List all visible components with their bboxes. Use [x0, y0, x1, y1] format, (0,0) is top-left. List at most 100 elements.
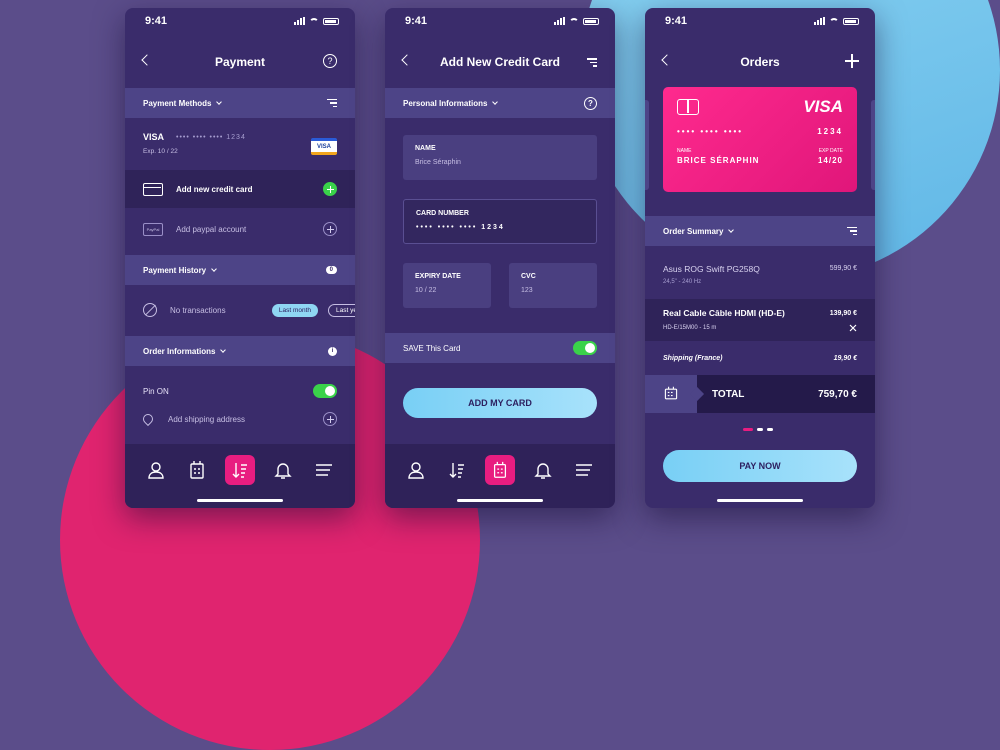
card-name-label: NAME — [677, 148, 692, 154]
prev-card-peek[interactable] — [645, 100, 649, 190]
card-number: •••• •••• •••• 1234 — [176, 133, 246, 141]
section-label: Personal Informations — [403, 98, 488, 108]
back-arrow-icon[interactable] — [141, 54, 153, 66]
add-my-card-button[interactable]: ADD MY CARD — [403, 388, 597, 418]
order-summary-header[interactable]: Order Summary — [645, 216, 875, 246]
bell-icon — [274, 463, 292, 479]
section-label: Payment Methods — [143, 98, 212, 108]
expiry-label: EXPIRY DATE — [415, 273, 461, 280]
card-last-digits: 1234 — [817, 127, 843, 136]
nav-bar: Add New Credit Card — [385, 44, 615, 80]
status-bar: 9:41 — [385, 8, 615, 34]
tab-profile[interactable] — [143, 457, 169, 483]
tab-notifications[interactable] — [270, 457, 296, 483]
add-paypal-row[interactable]: PayPal Add paypal account — [125, 210, 355, 248]
tab-register[interactable] — [184, 457, 210, 483]
status-icons — [554, 17, 599, 25]
name-field[interactable]: NAME Brice Séraphin — [403, 135, 597, 180]
status-bar: 9:41 — [645, 8, 875, 34]
battery-icon — [843, 17, 859, 25]
expiry-field[interactable]: EXPIRY DATE 10 / 22 — [403, 263, 491, 308]
save-card-toggle[interactable] — [573, 341, 597, 355]
last-month-chip[interactable]: Last month — [271, 303, 319, 317]
help-icon[interactable]: ? — [584, 96, 597, 110]
card-number-label: CARD NUMBER — [416, 210, 469, 217]
page-title: Orders — [740, 55, 780, 69]
sort-icon — [232, 463, 247, 478]
add-shipping-plus-icon[interactable] — [323, 412, 337, 426]
no-transactions-label: No transactions — [170, 305, 226, 315]
home-indicator — [197, 499, 283, 502]
add-card-screen: 9:41 Add New Credit Card Personal Inform… — [385, 8, 615, 508]
tab-profile[interactable] — [403, 457, 429, 483]
order-informations-header[interactable]: Order Informations i — [125, 336, 355, 366]
tab-menu[interactable] — [571, 457, 597, 483]
back-arrow-icon[interactable] — [401, 54, 413, 66]
credit-card-icon — [143, 182, 163, 196]
last-year-chip[interactable]: Last ye — [328, 303, 355, 317]
add-card-plus-icon[interactable] — [323, 182, 337, 196]
filter-icon[interactable] — [327, 98, 337, 108]
home-indicator — [457, 499, 543, 502]
add-credit-card-row[interactable]: Add new credit card — [125, 170, 355, 208]
page-dot[interactable] — [757, 428, 763, 431]
add-card-label: Add new credit card — [176, 184, 253, 194]
pin-label: Pin ON — [143, 386, 169, 396]
pay-now-button[interactable]: PAY NOW — [663, 450, 857, 482]
tab-register[interactable] — [484, 455, 515, 485]
nav-bar: Payment ? — [125, 44, 355, 80]
no-entry-icon — [143, 303, 157, 317]
shipping-price: 19,90 € — [833, 354, 857, 362]
page-dot[interactable] — [767, 428, 773, 431]
credit-card-visual[interactable]: VISA •••• •••• •••• 1234 NAME EXP DATE B… — [663, 87, 857, 192]
user-icon — [147, 462, 164, 479]
personal-info-header[interactable]: Personal Informations ? — [385, 88, 615, 118]
order-item-row[interactable]: Real Cable Câble HDMI (HD-E) 139,90 € HD… — [645, 299, 875, 341]
tab-notifications[interactable] — [530, 457, 556, 483]
cvc-field[interactable]: CVC 123 — [509, 263, 597, 308]
card-exp-date: 14/20 — [817, 156, 843, 165]
cash-register-icon — [493, 461, 506, 478]
filter-icon[interactable] — [847, 226, 857, 236]
section-label: Payment History — [143, 265, 207, 275]
filter-icon[interactable] — [587, 58, 597, 67]
shipping-row: Shipping (France) 19,90 € — [645, 345, 875, 371]
tab-menu[interactable] — [311, 457, 337, 483]
save-card-label: SAVE This Card — [403, 343, 461, 353]
status-bar: 9:41 — [125, 8, 355, 34]
shipping-label: Add shipping address — [168, 414, 245, 424]
payment-history-header[interactable]: Payment History 0 — [125, 255, 355, 285]
card-number-field[interactable]: CARD NUMBER •••• •••• •••• 1234 — [403, 199, 597, 244]
tab-sort[interactable] — [224, 455, 255, 485]
close-icon[interactable] — [849, 324, 857, 332]
pin-toggle[interactable] — [313, 384, 337, 398]
info-icon[interactable]: i — [328, 346, 337, 356]
payment-methods-header[interactable]: Payment Methods — [125, 88, 355, 118]
chevron-down-icon — [211, 265, 217, 272]
shipping-row[interactable]: Add shipping address — [125, 408, 355, 430]
shipping-label: Shipping (France) — [663, 354, 723, 362]
item-detail: HD-E/15M00 - 15 m — [663, 325, 717, 331]
help-icon[interactable]: ? — [323, 54, 337, 68]
tab-sort[interactable] — [444, 457, 470, 483]
transactions-row: No transactions Last month Last ye — [125, 292, 355, 328]
chevron-down-icon — [216, 98, 223, 105]
saved-card-row[interactable]: VISA •••• •••• •••• 1234 Exp. 10 / 22 VI… — [125, 126, 355, 168]
signal-icon — [554, 17, 565, 25]
chevron-down-icon — [492, 98, 499, 105]
page-title: Add New Credit Card — [439, 55, 560, 69]
payment-screen: 9:41 Payment ? Payment Methods VISA ••••… — [125, 8, 355, 508]
order-item-row[interactable]: Asus ROG Swift PG258Q 599,90 € 24,5" - 2… — [645, 253, 875, 295]
paypal-icon: PayPal — [143, 222, 163, 236]
page-dot-active[interactable] — [743, 428, 753, 431]
page-title: Payment — [214, 55, 266, 69]
status-time: 9:41 — [665, 15, 688, 27]
back-arrow-icon[interactable] — [661, 54, 673, 66]
next-card-peek[interactable] — [871, 100, 875, 190]
receipt-icon — [664, 386, 678, 400]
cvc-value: 123 — [521, 287, 533, 294]
save-card-row: SAVE This Card — [385, 333, 615, 363]
add-icon[interactable] — [845, 54, 859, 68]
battery-icon — [323, 17, 339, 25]
add-paypal-plus-icon[interactable] — [323, 222, 337, 236]
